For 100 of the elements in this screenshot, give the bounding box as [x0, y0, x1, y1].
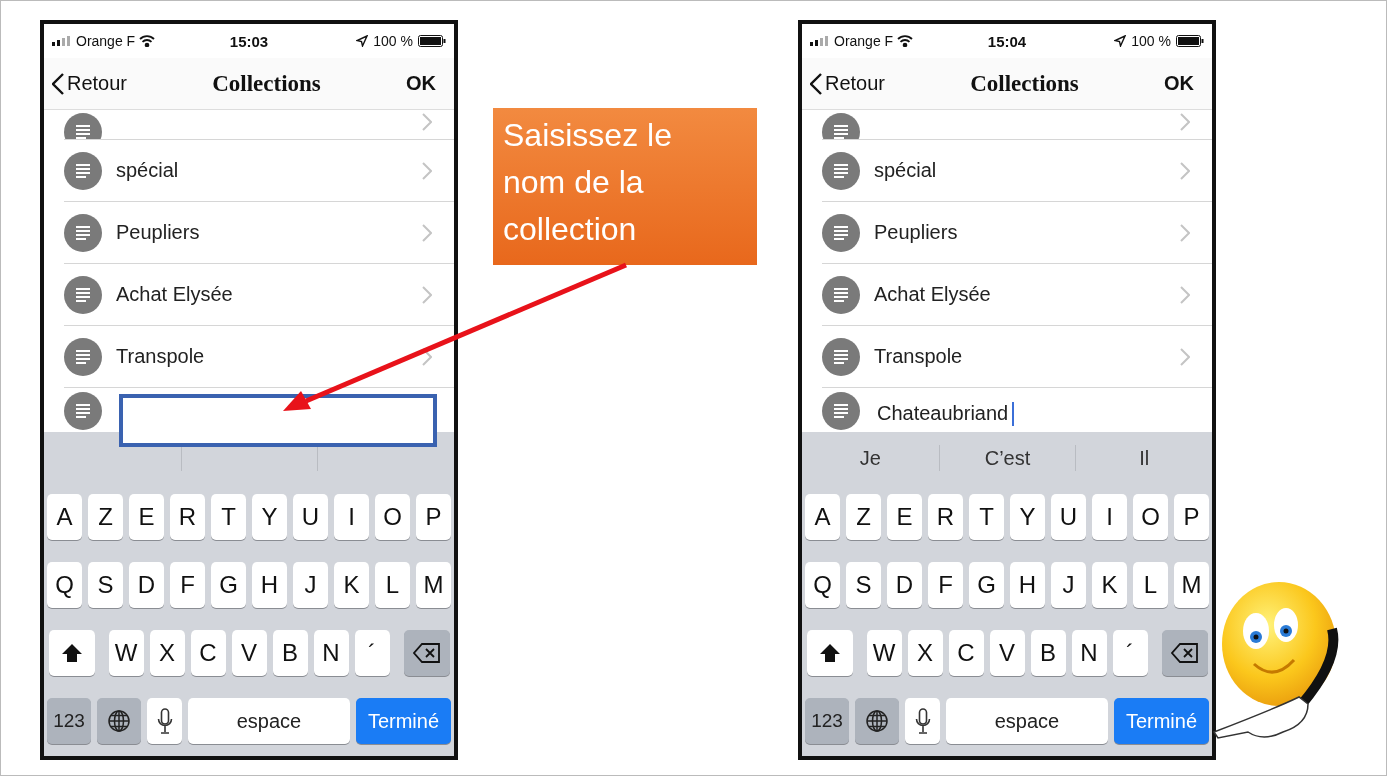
battery-icon [418, 35, 446, 47]
key[interactable]: G [969, 562, 1004, 608]
collection-row[interactable]: Transpole [64, 325, 454, 387]
collection-name-field[interactable]: Chateaubriand [877, 394, 1195, 447]
shift-key[interactable] [48, 630, 95, 676]
numbers-key[interactable]: 123 [47, 698, 91, 744]
key[interactable]: J [1051, 562, 1086, 608]
key[interactable]: A [805, 494, 840, 540]
key[interactable]: W [866, 630, 902, 676]
key[interactable]: N [313, 630, 349, 676]
key[interactable]: R [928, 494, 963, 540]
globe-key[interactable] [855, 698, 899, 744]
space-key[interactable]: espace [946, 698, 1108, 744]
chevron-left-icon [52, 72, 64, 95]
key[interactable]: N [1071, 630, 1107, 676]
key[interactable]: D [129, 562, 164, 608]
list-icon [822, 213, 860, 252]
collection-row[interactable]: spécial [822, 139, 1212, 201]
wifi-icon [139, 35, 156, 47]
ok-button[interactable]: OK [406, 72, 436, 95]
microphone-key[interactable] [147, 698, 182, 744]
collection-row[interactable]: Achat Elysée [822, 263, 1212, 325]
key[interactable]: X [907, 630, 943, 676]
key[interactable]: Y [252, 494, 287, 540]
key[interactable]: O [1133, 494, 1168, 540]
globe-icon [107, 709, 131, 733]
key[interactable]: V [989, 630, 1025, 676]
list-icon [822, 151, 860, 190]
globe-key[interactable] [97, 698, 141, 744]
key[interactable]: Z [846, 494, 881, 540]
list-icon [64, 151, 102, 190]
done-key[interactable]: Terminé [1114, 698, 1209, 744]
key[interactable]: Q [805, 562, 840, 608]
space-key[interactable]: espace [188, 698, 350, 744]
key[interactable]: K [334, 562, 369, 608]
key[interactable]: O [375, 494, 410, 540]
key[interactable]: S [88, 562, 123, 608]
key[interactable]: U [1051, 494, 1086, 540]
key[interactable]: H [252, 562, 287, 608]
signal-icon [52, 36, 72, 46]
key[interactable]: L [375, 562, 410, 608]
key[interactable]: T [969, 494, 1004, 540]
delete-key[interactable] [1161, 630, 1208, 676]
back-button[interactable]: Retour [810, 72, 886, 95]
key[interactable]: I [1092, 494, 1127, 540]
suggestion[interactable]: Je [802, 445, 939, 471]
key[interactable]: V [231, 630, 267, 676]
key[interactable]: T [211, 494, 246, 540]
collection-row[interactable]: Transpole [822, 325, 1212, 387]
key[interactable]: X [149, 630, 185, 676]
key[interactable]: A [47, 494, 82, 540]
key[interactable]: D [887, 562, 922, 608]
key[interactable]: S [846, 562, 881, 608]
globe-icon [865, 709, 889, 733]
chevron-right-icon [1180, 223, 1190, 242]
key[interactable]: E [129, 494, 164, 540]
key[interactable]: J [293, 562, 328, 608]
microphone-key[interactable] [905, 698, 940, 744]
key[interactable]: B [272, 630, 308, 676]
suggestion[interactable]: C’est [938, 445, 1076, 471]
key[interactable]: C [948, 630, 984, 676]
ok-button[interactable]: OK [1164, 72, 1194, 95]
key[interactable]: Y [1010, 494, 1045, 540]
key[interactable]: K [1092, 562, 1127, 608]
microphone-icon [914, 708, 931, 734]
battery-percent: 100 % [373, 33, 413, 49]
key[interactable]: R [170, 494, 205, 540]
key[interactable]: B [1030, 630, 1066, 676]
key[interactable]: P [1174, 494, 1209, 540]
key[interactable]: Z [88, 494, 123, 540]
key[interactable]: G [211, 562, 246, 608]
done-key[interactable]: Terminé [356, 698, 451, 744]
delete-key[interactable] [403, 630, 450, 676]
collection-row[interactable]: spécial [64, 139, 454, 201]
shift-key[interactable] [806, 630, 853, 676]
key[interactable]: M [416, 562, 451, 608]
key[interactable]: ´ [354, 630, 390, 676]
collection-row[interactable]: Peupliers [64, 201, 454, 263]
key[interactable]: F [928, 562, 963, 608]
screen-title: Collections [970, 70, 1079, 97]
back-button[interactable]: Retour [52, 72, 128, 95]
suggestion[interactable]: Il [1075, 445, 1212, 471]
key[interactable]: F [170, 562, 205, 608]
collection-row[interactable]: Peupliers [822, 201, 1212, 263]
collection-name-field[interactable] [119, 394, 437, 447]
key[interactable]: P [416, 494, 451, 540]
collection-row[interactable]: Achat Elysée [64, 263, 454, 325]
key[interactable]: M [1174, 562, 1209, 608]
list-icon [822, 337, 860, 376]
key[interactable]: E [887, 494, 922, 540]
key[interactable]: Q [47, 562, 82, 608]
battery-icon [1176, 35, 1204, 47]
key[interactable]: L [1133, 562, 1168, 608]
numbers-key[interactable]: 123 [805, 698, 849, 744]
key[interactable]: U [293, 494, 328, 540]
key[interactable]: I [334, 494, 369, 540]
key[interactable]: W [108, 630, 144, 676]
key[interactable]: H [1010, 562, 1045, 608]
key[interactable]: ´ [1112, 630, 1148, 676]
key[interactable]: C [190, 630, 226, 676]
